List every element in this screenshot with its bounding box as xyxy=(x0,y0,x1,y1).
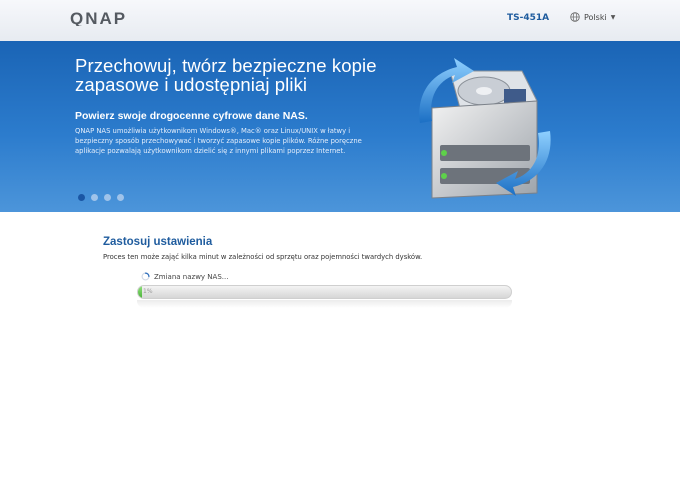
banner-title: Przechowuj, twórz bezpieczne kopie zapas… xyxy=(75,55,377,95)
slide-indicators xyxy=(78,194,124,201)
progress-fill xyxy=(138,286,143,298)
progress-bar: 1% xyxy=(137,285,512,299)
model-name: TS-451A xyxy=(507,13,550,23)
spinner-icon xyxy=(141,272,150,281)
hard-drive-sync-icon xyxy=(419,58,551,199)
slide-dot-2[interactable] xyxy=(91,194,98,201)
logo-text: QNAP xyxy=(70,10,127,26)
slide-dot-1[interactable] xyxy=(78,194,85,201)
banner-description: QNAP NAS umożliwia użytkownikom Windows®… xyxy=(75,127,362,155)
globe-icon xyxy=(570,12,580,22)
language-selector[interactable]: Polski ▼ xyxy=(570,12,615,22)
section-description: Proces ten może zająć kilka minut w zale… xyxy=(103,253,423,261)
qnap-logo: QNAP xyxy=(70,10,127,26)
status-line: Zmiana nazwy NAS... xyxy=(141,272,228,281)
top-header: QNAP TS-451A Polski ▼ xyxy=(0,0,680,41)
slide-dot-3[interactable] xyxy=(104,194,111,201)
progress-label: 1% xyxy=(143,288,153,295)
hero-banner: Przechowuj, twórz bezpieczne kopie zapas… xyxy=(0,41,680,212)
section-title: Zastosuj ustawienia xyxy=(103,236,213,248)
progress-reflection xyxy=(137,300,512,308)
banner-subtitle: Powierz swoje drogocenne cyfrowe dane NA… xyxy=(75,110,308,122)
language-label: Polski xyxy=(584,12,607,22)
chevron-down-icon: ▼ xyxy=(610,13,616,21)
slide-dot-4[interactable] xyxy=(117,194,124,201)
status-text: Zmiana nazwy NAS... xyxy=(154,272,229,281)
